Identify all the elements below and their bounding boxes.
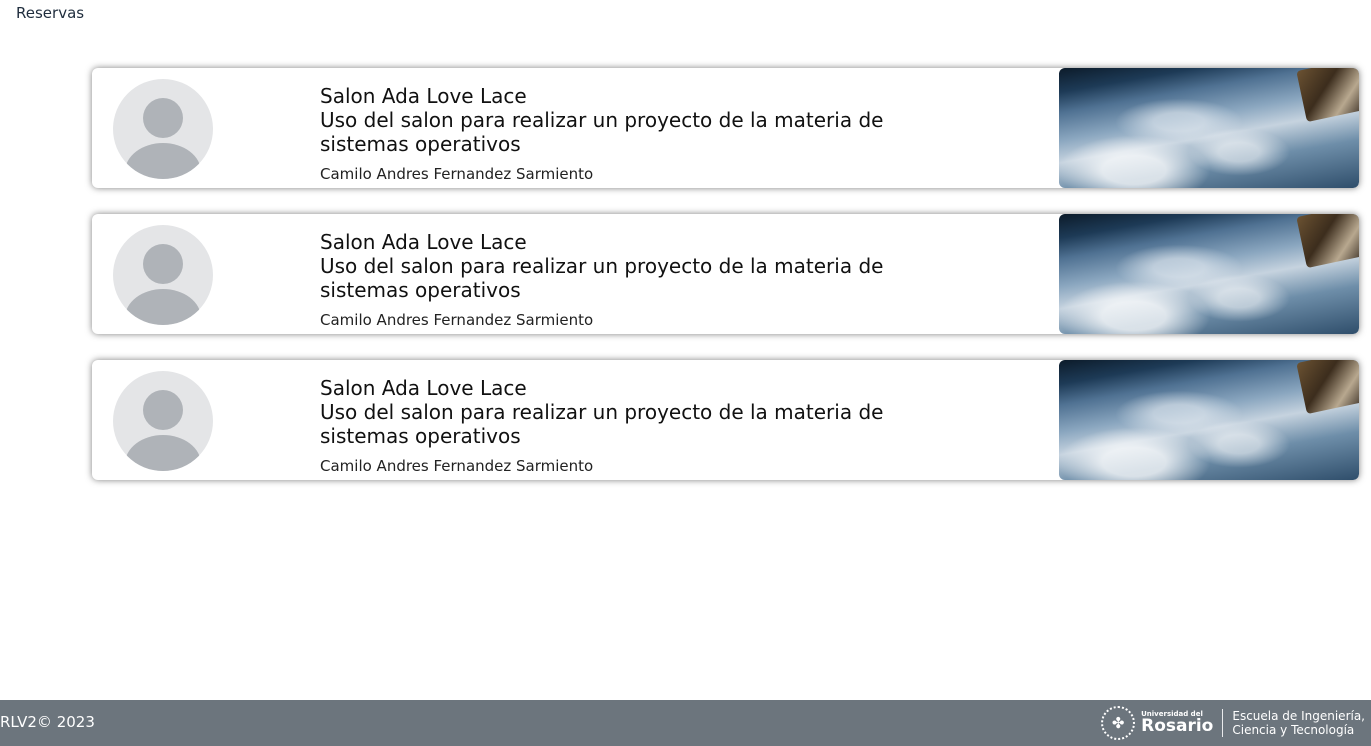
university-logo: ✤ Universidad del Rosario Escuela de Ing… (1101, 704, 1365, 742)
avatar-container (92, 68, 320, 188)
earth-from-space-image (1059, 214, 1359, 334)
school-name: Escuela de Ingeniería, Ciencia y Tecnolo… (1232, 709, 1365, 737)
reservation-list: Salon Ada Love Lace Uso del salon para r… (92, 68, 1359, 506)
room-name: Salon Ada Love Lace (320, 84, 527, 108)
reservation-details: Salon Ada Love Lace Uso del salon para r… (320, 360, 1059, 480)
school-name-line1: Escuela de Ingeniería, (1232, 709, 1365, 723)
user-avatar-icon (113, 371, 213, 471)
university-name-big: Rosario (1141, 716, 1214, 736)
reservas-link[interactable]: Reservas (16, 4, 84, 22)
reservation-card[interactable]: Salon Ada Love Lace Uso del salon para r… (92, 68, 1359, 188)
reservation-owner: Camilo Andres Fernandez Sarmiento (320, 457, 594, 475)
reservation-details: Salon Ada Love Lace Uso del salon para r… (320, 214, 1059, 334)
user-avatar-icon (113, 225, 213, 325)
earth-from-space-image (1059, 360, 1359, 480)
logo-divider (1222, 709, 1224, 737)
avatar-container (92, 214, 320, 334)
room-name: Salon Ada Love Lace (320, 230, 527, 254)
reservation-owner: Camilo Andres Fernandez Sarmiento (320, 311, 594, 329)
university-seal-icon: ✤ (1101, 706, 1136, 740)
reservation-owner: Camilo Andres Fernandez Sarmiento (320, 165, 594, 183)
footer: RLV2© 2023 ✤ Universidad del Rosario Esc… (0, 700, 1371, 746)
reservation-details: Salon Ada Love Lace Uso del salon para r… (320, 68, 1059, 188)
reservation-description: Uso del salon para realizar un proyecto … (320, 400, 884, 448)
reservation-card[interactable]: Salon Ada Love Lace Uso del salon para r… (92, 360, 1359, 480)
reservation-card[interactable]: Salon Ada Love Lace Uso del salon para r… (92, 214, 1359, 334)
avatar-container (92, 360, 320, 480)
room-name: Salon Ada Love Lace (320, 376, 527, 400)
user-avatar-icon (113, 79, 213, 179)
copyright-text: RLV2© 2023 (0, 713, 95, 731)
school-name-line2: Ciencia y Tecnología (1232, 723, 1355, 737)
university-name: Universidad del Rosario (1141, 711, 1213, 735)
reservation-description: Uso del salon para realizar un proyecto … (320, 108, 884, 156)
reservation-description: Uso del salon para realizar un proyecto … (320, 254, 884, 302)
earth-from-space-image (1059, 68, 1359, 188)
